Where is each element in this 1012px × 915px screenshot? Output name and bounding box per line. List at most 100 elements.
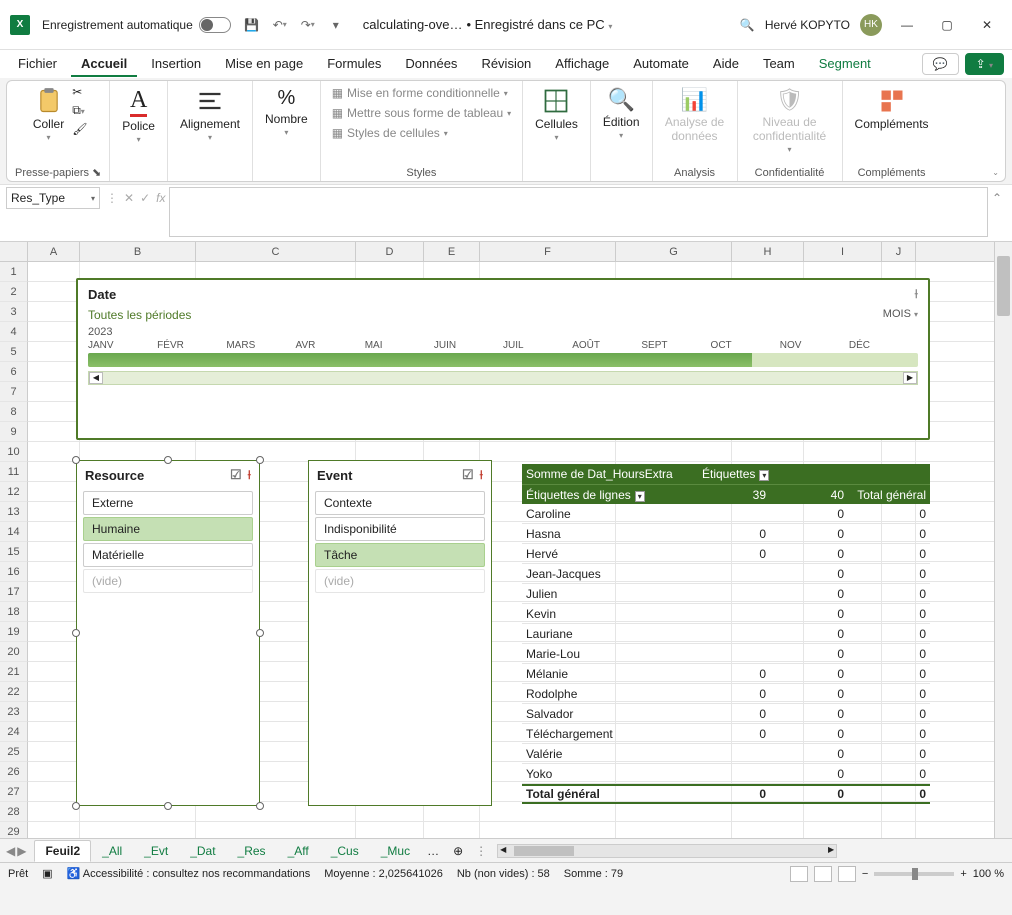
number-button[interactable]: % Nombre▾ bbox=[261, 85, 312, 139]
close-button[interactable]: ✕ bbox=[972, 10, 1002, 40]
row-header[interactable]: 9 bbox=[0, 422, 28, 442]
row-header[interactable]: 21 bbox=[0, 662, 28, 682]
zoom-slider[interactable] bbox=[874, 872, 954, 876]
row-header[interactable]: 12 bbox=[0, 482, 28, 502]
timeline-month[interactable]: JUIN bbox=[434, 340, 503, 351]
timeline-month[interactable]: NOV bbox=[780, 340, 849, 351]
accessibility-status[interactable]: ♿ Accessibilité : consultez nos recomman… bbox=[67, 867, 311, 880]
slicer-item[interactable]: Tâche bbox=[315, 543, 485, 567]
slicer-item[interactable]: Matérielle bbox=[83, 543, 253, 567]
zoom-out-button[interactable]: − bbox=[862, 868, 868, 880]
sheet-tabs-more[interactable]: … bbox=[421, 844, 445, 858]
user-name[interactable]: Hervé KOPYTO bbox=[765, 18, 850, 32]
row-header[interactable]: 28 bbox=[0, 802, 28, 822]
timeline-month[interactable]: OCT bbox=[711, 340, 780, 351]
timeline-month[interactable]: AVR bbox=[296, 340, 365, 351]
sheet-tab[interactable]: _Res bbox=[227, 840, 277, 862]
timeline-months[interactable]: JANVFÉVRMARSAVRMAIJUINJUILAOÛTSEPTOCTNOV… bbox=[78, 338, 928, 351]
worksheet[interactable]: ABCDEFGHIJ 12345678910111213141516171819… bbox=[0, 242, 994, 838]
tab-file[interactable]: Fichier bbox=[8, 52, 67, 77]
tab-data[interactable]: Données bbox=[395, 52, 467, 77]
undo-icon[interactable]: ↶▾ bbox=[271, 16, 289, 34]
tab-insert[interactable]: Insertion bbox=[141, 52, 211, 77]
clear-filter-icon[interactable]: ⟊ bbox=[915, 286, 918, 302]
multiselect-icon[interactable]: ☑ bbox=[230, 467, 242, 483]
font-button[interactable]: A Police▾ bbox=[118, 85, 159, 146]
pivot-row[interactable]: Caroline00 bbox=[522, 504, 930, 524]
pivot-row[interactable]: Salvador000 bbox=[522, 704, 930, 724]
timeline-month[interactable]: SEPT bbox=[641, 340, 710, 351]
pivot-col-label[interactable]: Étiquettes▾ bbox=[698, 467, 930, 481]
row-header[interactable]: 20 bbox=[0, 642, 28, 662]
pivot-row-label[interactable]: Étiquettes de lignes▾ bbox=[522, 488, 682, 502]
view-pagebreak-button[interactable] bbox=[838, 866, 856, 882]
row-header[interactable]: 8 bbox=[0, 402, 28, 422]
column-header[interactable]: F bbox=[480, 242, 616, 261]
tab-review[interactable]: Révision bbox=[471, 52, 541, 77]
timeline-month[interactable]: JUIL bbox=[503, 340, 572, 351]
paste-button[interactable]: Coller▾ bbox=[29, 85, 68, 144]
timeline-unit[interactable]: MOIS ▾ bbox=[883, 308, 918, 322]
pivot-row[interactable]: Marie-Lou00 bbox=[522, 644, 930, 664]
row-header[interactable]: 26 bbox=[0, 762, 28, 782]
row-header[interactable]: 4 bbox=[0, 322, 28, 342]
save-location[interactable]: • Enregistré dans ce PC ▾ bbox=[466, 17, 612, 32]
vertical-scrollbar[interactable] bbox=[994, 242, 1012, 838]
formula-bar[interactable] bbox=[169, 187, 987, 237]
new-sheet-button[interactable]: ⊕ bbox=[445, 844, 471, 858]
redo-icon[interactable]: ↷▾ bbox=[299, 16, 317, 34]
tab-formulas[interactable]: Formules bbox=[317, 52, 391, 77]
timeline-month[interactable]: JANV bbox=[88, 340, 157, 351]
maximize-button[interactable]: ▢ bbox=[932, 10, 962, 40]
cancel-formula-icon[interactable]: ✕ bbox=[124, 191, 134, 205]
multiselect-icon[interactable]: ☑ bbox=[462, 467, 474, 483]
scroll-left-icon[interactable]: ◀ bbox=[89, 372, 103, 384]
avatar[interactable]: HK bbox=[860, 14, 882, 36]
sheet-tab[interactable]: _Aff bbox=[277, 840, 320, 862]
pivot-row[interactable]: Rodolphe000 bbox=[522, 684, 930, 704]
column-header[interactable]: A bbox=[28, 242, 80, 261]
comments-button[interactable]: 💬 bbox=[922, 53, 959, 75]
sheet-tab[interactable]: _Cus bbox=[320, 840, 370, 862]
tab-pagelayout[interactable]: Mise en page bbox=[215, 52, 313, 77]
timeline-slicer[interactable]: Date ⟊ Toutes les périodes MOIS ▾ 2023 J… bbox=[76, 278, 930, 440]
pivot-row[interactable]: Hervé000 bbox=[522, 544, 930, 564]
timeline-month[interactable]: AOÛT bbox=[572, 340, 641, 351]
column-header[interactable]: B bbox=[80, 242, 196, 261]
save-icon[interactable]: 💾 bbox=[243, 16, 261, 34]
column-header[interactable]: J bbox=[882, 242, 916, 261]
column-header[interactable]: E bbox=[424, 242, 480, 261]
pivot-table[interactable]: Somme de Dat_HoursExtra Étiquettes▾ Étiq… bbox=[522, 464, 930, 804]
row-header[interactable]: 15 bbox=[0, 542, 28, 562]
row-header[interactable]: 23 bbox=[0, 702, 28, 722]
autosave-toggle[interactable]: Enregistrement automatique bbox=[42, 17, 231, 33]
row-header[interactable]: 13 bbox=[0, 502, 28, 522]
document-title[interactable]: calculating-ove… bbox=[363, 17, 463, 32]
timeline-month[interactable]: MAI bbox=[365, 340, 434, 351]
row-header[interactable]: 27 bbox=[0, 782, 28, 802]
row-header[interactable]: 3 bbox=[0, 302, 28, 322]
column-header[interactable]: I bbox=[804, 242, 882, 261]
collapse-ribbon-icon[interactable]: ⌄ bbox=[992, 168, 999, 177]
row-header[interactable]: 11 bbox=[0, 462, 28, 482]
sheet-tab[interactable]: _Evt bbox=[133, 840, 179, 862]
pivot-row[interactable]: Jean-Jacques00 bbox=[522, 564, 930, 584]
row-header[interactable]: 14 bbox=[0, 522, 28, 542]
analyze-data-button[interactable]: 📊 Analyse de données bbox=[661, 85, 729, 145]
row-header[interactable]: 7 bbox=[0, 382, 28, 402]
slicer-event[interactable]: Event ☑⟊ Contexte Indisponibilité Tâche … bbox=[308, 460, 492, 806]
sheet-nav[interactable]: ◀▶ bbox=[6, 844, 26, 858]
sheet-tab[interactable]: _Muc bbox=[370, 840, 421, 862]
column-header[interactable]: C bbox=[196, 242, 356, 261]
slicer-resource[interactable]: Resource ☑⟊ Externe Humaine Matérielle (… bbox=[76, 460, 260, 806]
align-button[interactable]: Alignement▾ bbox=[176, 85, 244, 144]
row-header[interactable]: 10 bbox=[0, 442, 28, 462]
accept-formula-icon[interactable]: ✓ bbox=[140, 191, 150, 205]
sheet-tab[interactable]: _All bbox=[91, 840, 133, 862]
qat-dropdown-icon[interactable]: ▾ bbox=[327, 16, 345, 34]
row-header[interactable]: 1 bbox=[0, 262, 28, 282]
cells-button[interactable]: Cellules▾ bbox=[531, 85, 582, 144]
share-button[interactable]: ⇪ ▾ bbox=[965, 53, 1004, 75]
row-header[interactable]: 22 bbox=[0, 682, 28, 702]
column-header[interactable]: D bbox=[356, 242, 424, 261]
